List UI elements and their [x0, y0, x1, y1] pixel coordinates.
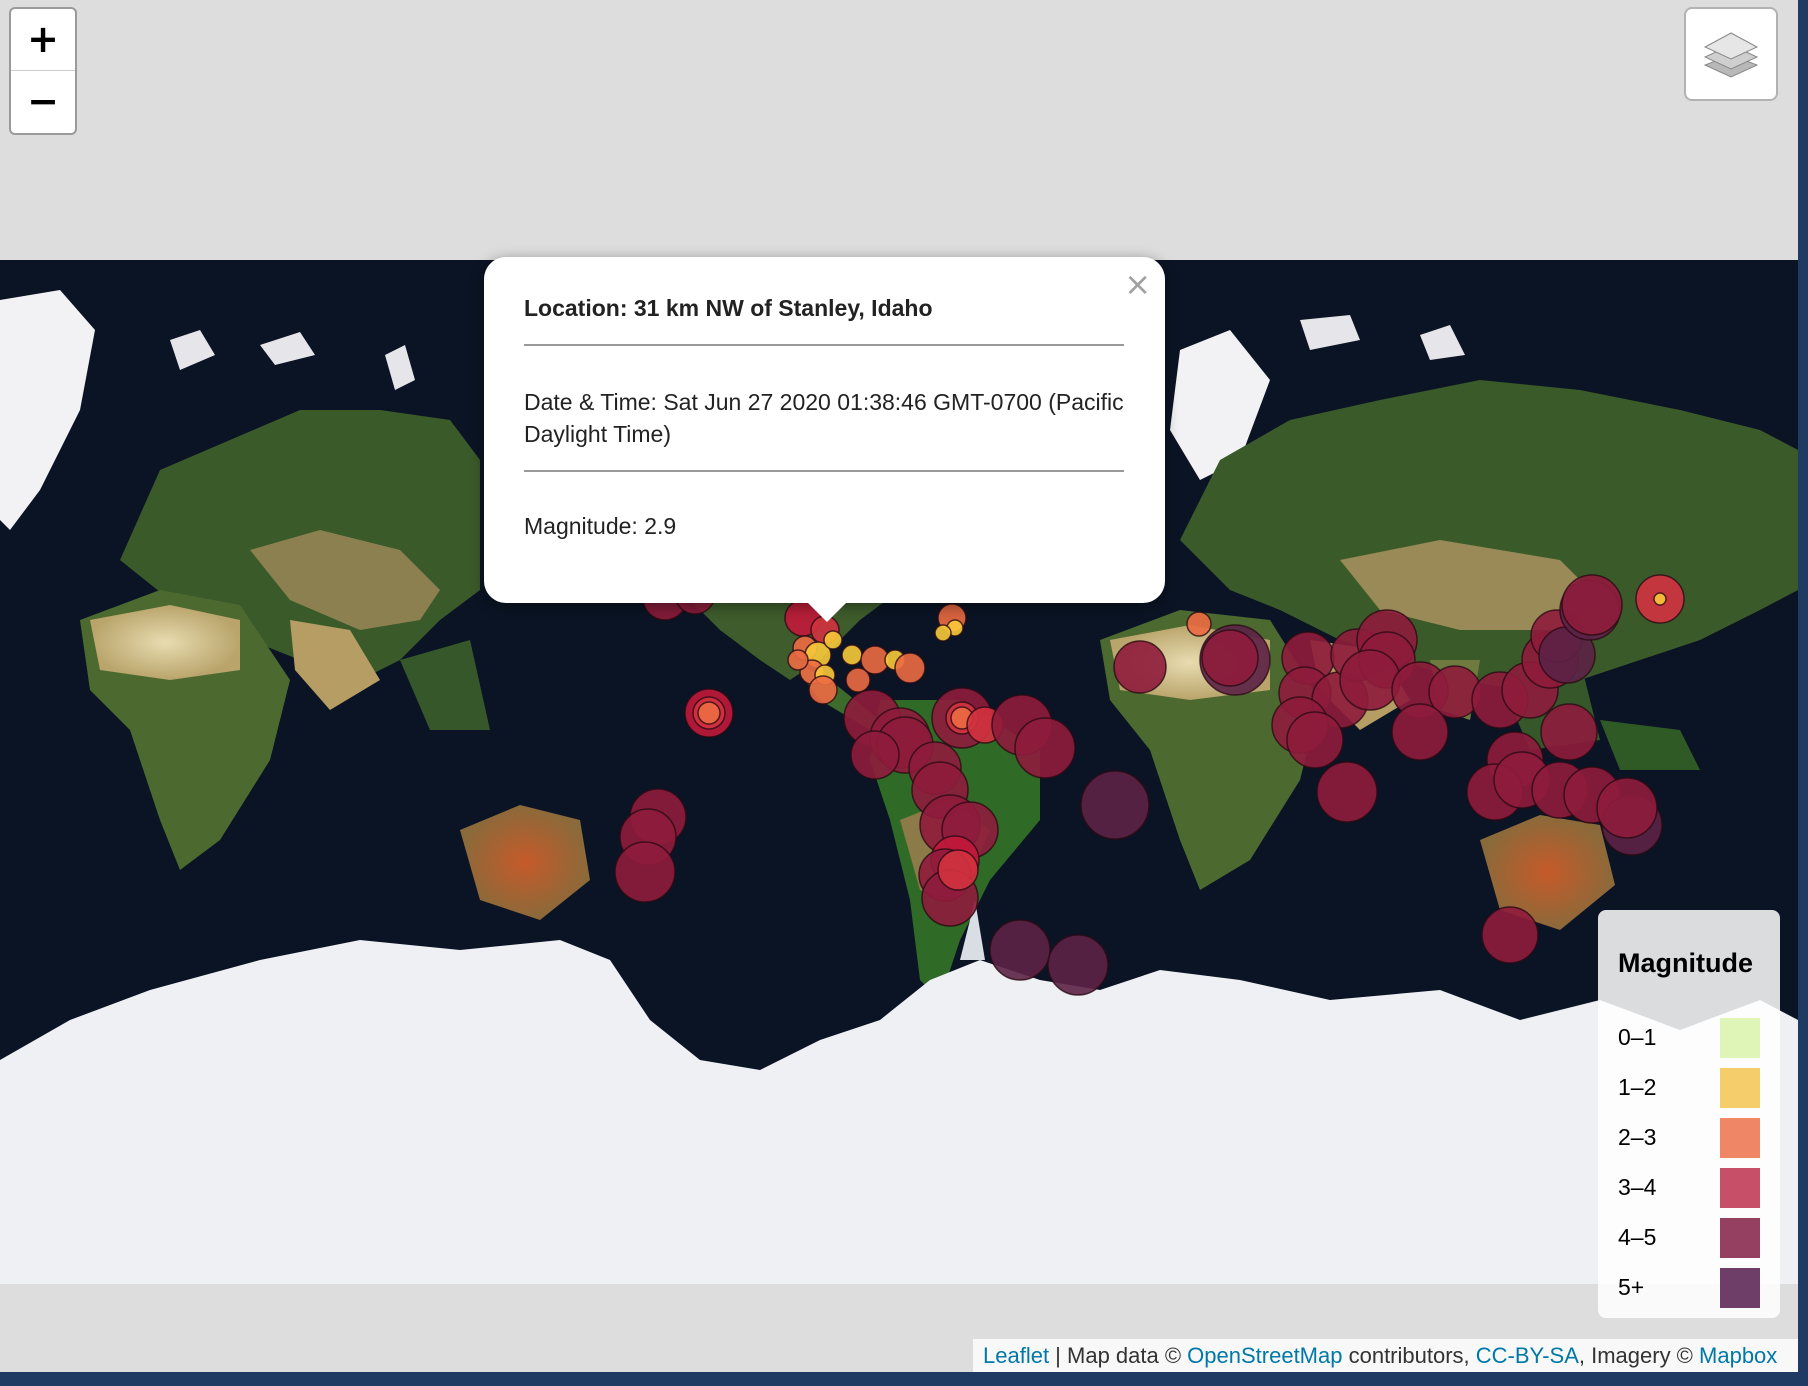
legend-swatch [1720, 1018, 1760, 1058]
map-attribution: Leaflet | Map data © OpenStreetMap contr… [973, 1339, 1798, 1372]
legend-item-label: 1–2 [1618, 1074, 1657, 1100]
map-container[interactable]: + − × Location: 31 km NW of Stanley, Ida… [0, 0, 1798, 1372]
attribution-text: , Imagery © [1578, 1343, 1700, 1368]
legend-swatch [1720, 1268, 1760, 1308]
layers-icon [1703, 32, 1759, 78]
legend-item: 3–4 [1618, 1168, 1760, 1208]
legend-swatch [1720, 1118, 1760, 1158]
popup-magnitude: Magnitude: 2.9 [524, 513, 677, 539]
popup-close-button[interactable]: × [1124, 265, 1151, 303]
zoom-in-button[interactable]: + [11, 9, 75, 71]
zoom-out-button[interactable]: − [11, 71, 75, 132]
legend-item: 0–1 [1618, 1018, 1760, 1058]
mapbox-link[interactable]: Mapbox [1699, 1343, 1777, 1368]
license-link[interactable]: CC-BY-SA [1476, 1343, 1579, 1368]
layers-control-button[interactable] [1684, 7, 1778, 101]
legend-item-label: 4–5 [1618, 1224, 1657, 1250]
magnitude-legend: Magnitude 0–1 1–2 2–3 3–4 4–5 5+ [1598, 910, 1780, 1318]
zoom-control: + − [9, 7, 77, 135]
legend-swatch [1720, 1168, 1760, 1208]
legend-item-label: 3–4 [1618, 1174, 1657, 1200]
popup-location: Location: 31 km NW of Stanley, Idaho [524, 295, 933, 321]
legend-swatch [1720, 1068, 1760, 1108]
legend-item: 4–5 [1618, 1218, 1760, 1258]
leaflet-link[interactable]: Leaflet [983, 1343, 1049, 1368]
popup-content: Location: 31 km NW of Stanley, Idaho Dat… [524, 292, 1124, 542]
legend-item: 5+ [1618, 1268, 1760, 1308]
attribution-text: | Map data © [1049, 1343, 1188, 1368]
popup-datetime: Date & Time: Sat Jun 27 2020 01:38:46 GM… [524, 389, 1124, 447]
legend-item-label: 2–3 [1618, 1124, 1657, 1150]
popup-tip [805, 600, 849, 622]
legend-title: Magnitude [1618, 948, 1753, 978]
legend-item-label: 0–1 [1618, 1024, 1657, 1050]
earthquake-popup: × Location: 31 km NW of Stanley, Idaho D… [484, 257, 1165, 603]
window-bottom-bar [0, 1372, 1808, 1386]
legend-item: 2–3 [1618, 1118, 1760, 1158]
legend-swatch [1720, 1218, 1760, 1258]
attribution-text: contributors, [1342, 1343, 1476, 1368]
openstreetmap-link[interactable]: OpenStreetMap [1187, 1343, 1342, 1368]
legend-item: 1–2 [1618, 1068, 1760, 1108]
legend-item-label: 5+ [1618, 1274, 1645, 1300]
